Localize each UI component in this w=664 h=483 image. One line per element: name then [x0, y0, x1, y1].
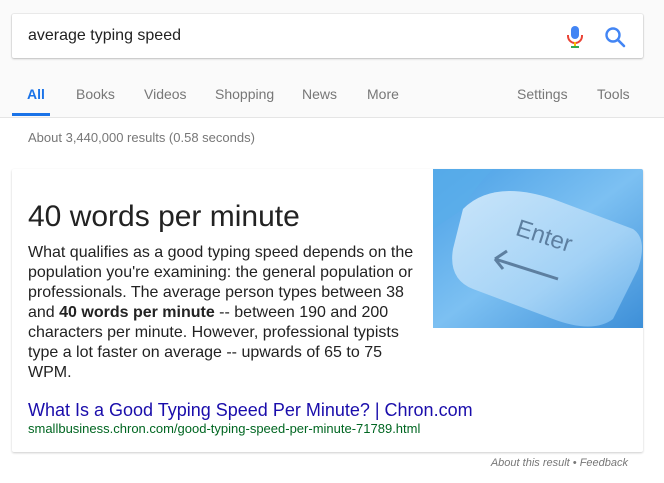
search-icon[interactable] [604, 26, 626, 48]
snippet-text-bold: 40 words per minute [59, 304, 215, 321]
results-stats: About 3,440,000 results (0.58 seconds) [28, 130, 255, 145]
tab-settings[interactable]: Settings [517, 84, 568, 104]
footer-separator: • [569, 457, 580, 469]
tab-videos[interactable]: Videos [144, 84, 187, 104]
tab-news[interactable]: News [302, 84, 337, 104]
active-tab-indicator [12, 113, 50, 116]
header-area: average typing speed All Books Videos Sh… [0, 0, 664, 118]
featured-snippet-card: 40 words per minute What qualifies as a … [12, 169, 643, 452]
tab-all[interactable]: All [27, 84, 45, 104]
search-tabs: All Books Videos Shopping News More Sett… [0, 84, 664, 104]
snippet-image[interactable]: Enter [433, 169, 643, 328]
tab-more[interactable]: More [367, 84, 399, 104]
result-title-link[interactable]: What Is a Good Typing Speed Per Minute? … [28, 399, 473, 421]
tab-tools[interactable]: Tools [597, 84, 630, 104]
microphone-icon[interactable] [565, 25, 585, 49]
enter-key-image: Enter [433, 169, 643, 328]
snippet-text: What qualifies as a good typing speed de… [28, 243, 422, 383]
search-input[interactable]: average typing speed [28, 26, 181, 46]
snippet-answer: 40 words per minute [28, 200, 300, 233]
tab-books[interactable]: Books [76, 84, 115, 104]
tab-shopping[interactable]: Shopping [215, 84, 274, 104]
search-box[interactable]: average typing speed [12, 14, 643, 58]
result-footer: About this result • Feedback [491, 457, 628, 469]
about-this-result-link[interactable]: About this result [491, 457, 570, 469]
feedback-link[interactable]: Feedback [580, 457, 628, 469]
result-url: smallbusiness.chron.com/good-typing-spee… [28, 421, 421, 436]
